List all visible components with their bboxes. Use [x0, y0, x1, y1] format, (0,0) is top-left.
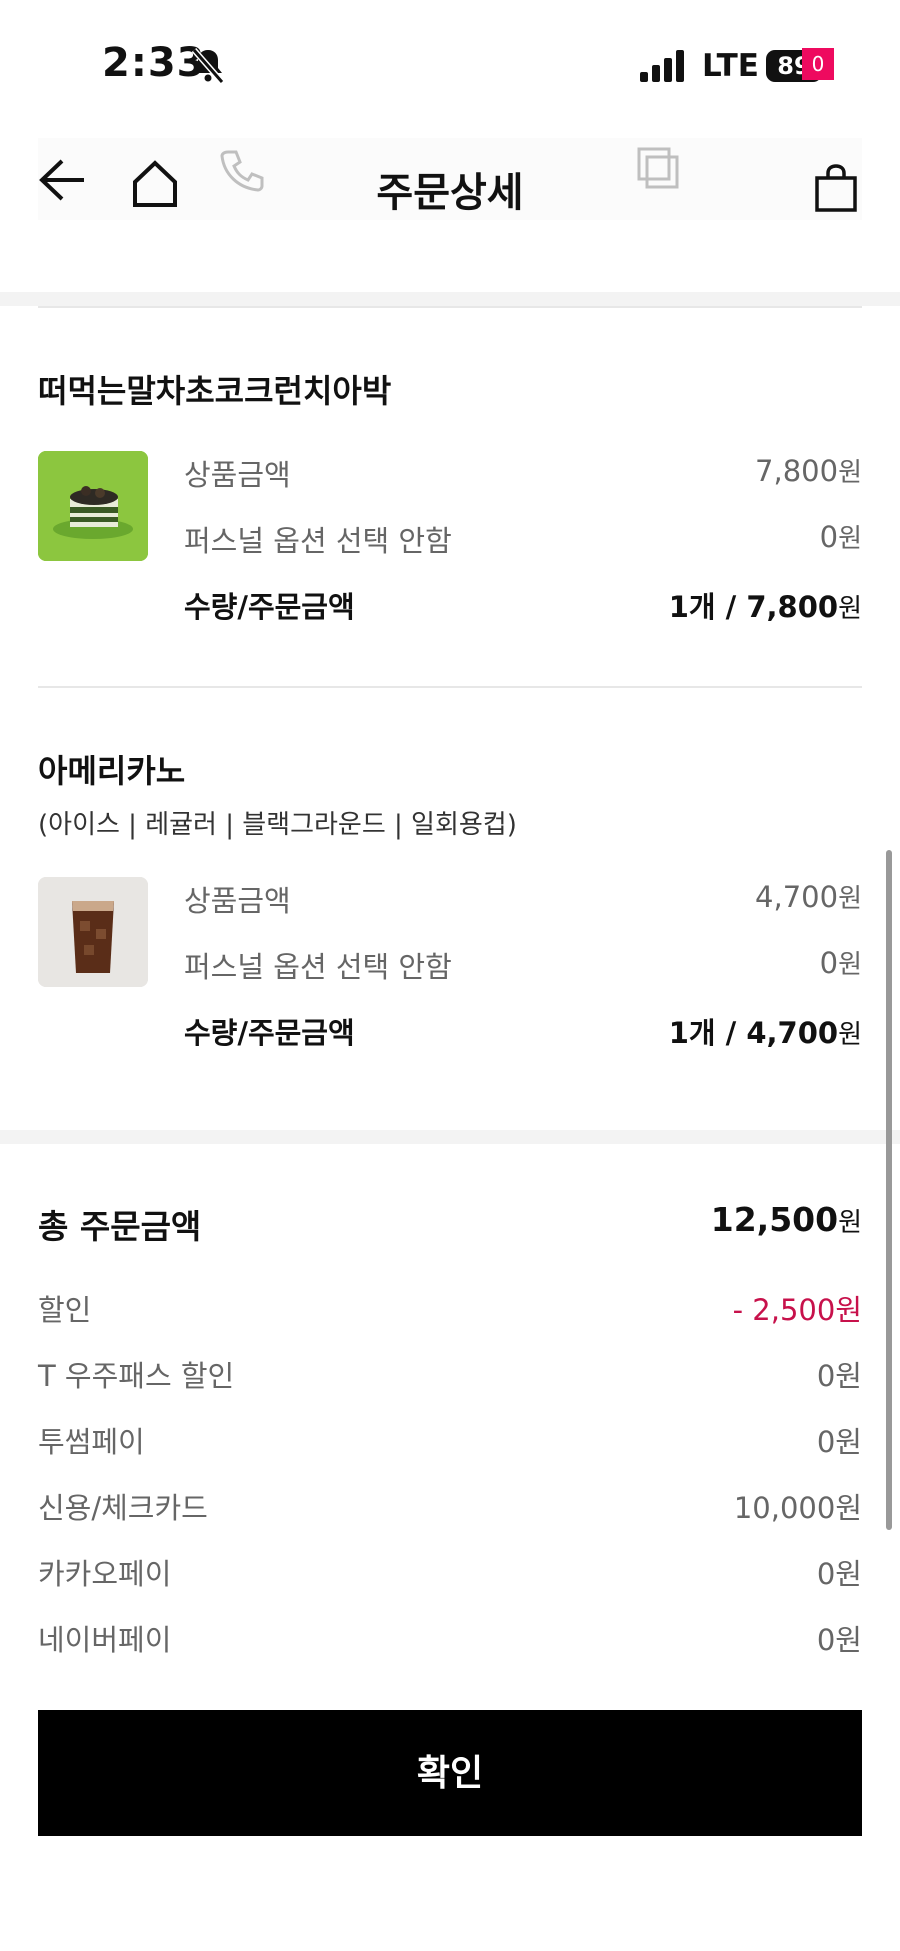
- order-detail-screen: 2:33 LTE 89 주문상세 0 떠먹는말차초코크런치아박 상품금액 7,8…: [0, 0, 900, 1951]
- network-type: LTE: [702, 48, 759, 84]
- confirm-button[interactable]: 확인: [38, 1710, 862, 1836]
- quantity-total-row: 수량/주문금액 1개 / 7,800원: [184, 590, 862, 624]
- cake-icon: [38, 451, 148, 561]
- price-row: 상품금액 4,700원: [184, 880, 862, 918]
- section-separator: [0, 1130, 900, 1144]
- product-image-americano: [38, 877, 148, 987]
- discount-row: 할인 - 2,500원: [38, 1293, 862, 1327]
- naver-pay-row: 네이버페이 0원: [38, 1623, 862, 1657]
- item-name: 떠먹는말차초코크런치아박: [38, 372, 392, 410]
- twosome-pay-row: 투썸페이 0원: [38, 1425, 862, 1459]
- cart-count-badge: 0: [802, 48, 834, 80]
- price-row: 상품금액 7,800원: [184, 454, 862, 492]
- app-header: 주문상세: [38, 138, 862, 220]
- product-image-matcha-cake: [38, 451, 148, 561]
- total-order-label: 총 주문금액: [38, 1207, 202, 1246]
- option-row: 퍼스널 옵션 선택 안함 0원: [184, 520, 862, 558]
- credit-card-row: 신용/체크카드 10,000원: [38, 1491, 862, 1525]
- iced-coffee-icon: [38, 877, 148, 987]
- quantity-total-row: 수량/주문금액 1개 / 4,700원: [184, 1016, 862, 1050]
- status-bar: 2:33 LTE 89: [0, 0, 900, 130]
- bell-muted-icon: [191, 48, 225, 84]
- section-separator: [0, 292, 900, 306]
- page-title: 주문상세: [376, 170, 524, 216]
- total-order-value: 12,500원: [710, 1200, 862, 1239]
- t-universe-discount-row: T 우주패스 할인 0원: [38, 1359, 862, 1393]
- item-name: 아메리카노: [38, 752, 186, 790]
- scrollbar[interactable]: [886, 850, 892, 1530]
- kakao-pay-row: 카카오페이 0원: [38, 1557, 862, 1591]
- option-row: 퍼스널 옵션 선택 안함 0원: [184, 946, 862, 984]
- shopping-bag-icon[interactable]: [814, 164, 858, 212]
- item-options: (아이스 | 레귤러 | 블랙그라운드 | 일회용컵): [38, 810, 517, 840]
- signal-icon: [640, 50, 684, 82]
